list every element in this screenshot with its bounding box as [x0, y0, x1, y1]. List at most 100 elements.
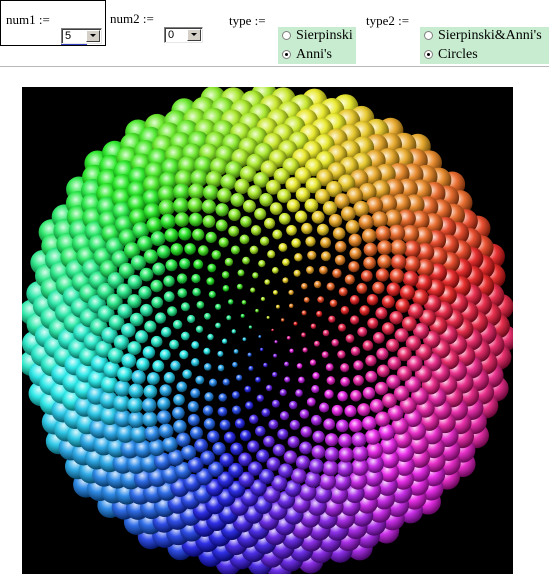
sphere — [250, 225, 262, 236]
sphere — [375, 307, 388, 320]
sphere — [286, 224, 297, 236]
sphere — [228, 225, 240, 237]
num2-dropdown[interactable]: 0 — [164, 27, 203, 43]
chevron-down-icon[interactable] — [187, 29, 201, 41]
sphere — [163, 291, 175, 303]
sphere — [301, 222, 313, 235]
sphere — [282, 258, 290, 267]
sphere — [336, 460, 354, 477]
sphere — [367, 317, 379, 329]
sphere — [316, 310, 323, 317]
sphere — [238, 452, 252, 467]
sphere — [176, 381, 188, 393]
sphere — [180, 331, 190, 341]
sphere — [291, 238, 301, 248]
sphere — [340, 306, 350, 315]
sphere — [258, 259, 266, 268]
sphere — [278, 463, 294, 479]
sphere — [326, 376, 336, 385]
type2-radio-group: Sierpinski&Anni's Circles — [420, 27, 549, 64]
sphere — [325, 363, 334, 372]
sphere — [322, 460, 339, 477]
spiral-plot — [19, 81, 518, 578]
sphere — [300, 426, 312, 438]
sphere — [271, 328, 274, 332]
sphere — [205, 231, 217, 244]
sphere — [241, 300, 247, 305]
sphere — [344, 274, 355, 285]
sphere — [247, 440, 260, 453]
sphere — [304, 198, 319, 213]
sphere — [340, 206, 356, 222]
sphere — [363, 242, 378, 257]
sphere — [293, 321, 298, 326]
sphere — [259, 347, 264, 352]
sphere — [137, 235, 153, 252]
sphere — [127, 411, 145, 428]
sphere — [228, 208, 241, 222]
sphere — [140, 303, 153, 317]
sphere — [157, 397, 171, 411]
sphere — [141, 398, 157, 413]
sphere — [195, 325, 204, 333]
sphere — [287, 436, 300, 448]
sphere — [169, 339, 180, 350]
sphere — [203, 363, 212, 371]
sphere — [268, 419, 279, 430]
sphere — [244, 385, 252, 393]
sphere — [345, 334, 355, 343]
sphere — [256, 394, 265, 402]
sphere — [263, 435, 275, 448]
sphere — [158, 199, 175, 217]
sphere — [215, 203, 229, 217]
sphere — [265, 384, 273, 392]
sphere — [160, 326, 172, 338]
radio-selected-icon[interactable] — [282, 50, 291, 59]
sphere — [170, 243, 184, 256]
sphere — [188, 183, 205, 200]
sphere — [334, 240, 347, 253]
sphere — [345, 219, 360, 234]
type-radio-group: Sierpinski Anni's — [278, 27, 356, 64]
sphere — [170, 360, 181, 371]
radio-icon[interactable] — [424, 31, 433, 40]
sphere — [372, 332, 385, 344]
sphere — [348, 233, 362, 247]
sphere — [217, 350, 224, 357]
sphere — [231, 391, 240, 399]
chevron-down-icon[interactable] — [86, 30, 100, 42]
sphere — [386, 282, 401, 297]
sphere — [271, 267, 279, 274]
sphere — [271, 371, 278, 378]
sphere — [240, 215, 252, 228]
sphere — [349, 315, 360, 325]
sphere — [293, 269, 301, 277]
sphere — [320, 251, 331, 262]
sphere — [254, 207, 267, 221]
sphere — [317, 296, 325, 304]
sphere — [349, 295, 360, 305]
sphere — [165, 259, 178, 272]
sphere — [275, 304, 280, 309]
sphere — [114, 380, 131, 397]
num1-dropdown[interactable]: 5 — [61, 28, 102, 44]
sphere — [255, 376, 261, 383]
sphere — [164, 228, 179, 243]
radio-selected-icon[interactable] — [424, 50, 433, 59]
sphere — [187, 314, 196, 324]
sphere — [337, 323, 347, 332]
sphere — [338, 287, 348, 297]
sphere — [220, 173, 237, 191]
sphere — [352, 445, 369, 462]
sphere — [344, 405, 357, 418]
sphere — [351, 432, 367, 448]
sphere — [212, 442, 226, 456]
type2-option-label: Circles — [438, 47, 478, 62]
sphere — [180, 444, 197, 461]
sphere — [143, 384, 158, 399]
radio-icon[interactable] — [282, 31, 291, 40]
sphere — [221, 271, 230, 279]
sphere — [187, 413, 200, 426]
sphere — [288, 400, 298, 410]
sphere — [188, 212, 203, 227]
